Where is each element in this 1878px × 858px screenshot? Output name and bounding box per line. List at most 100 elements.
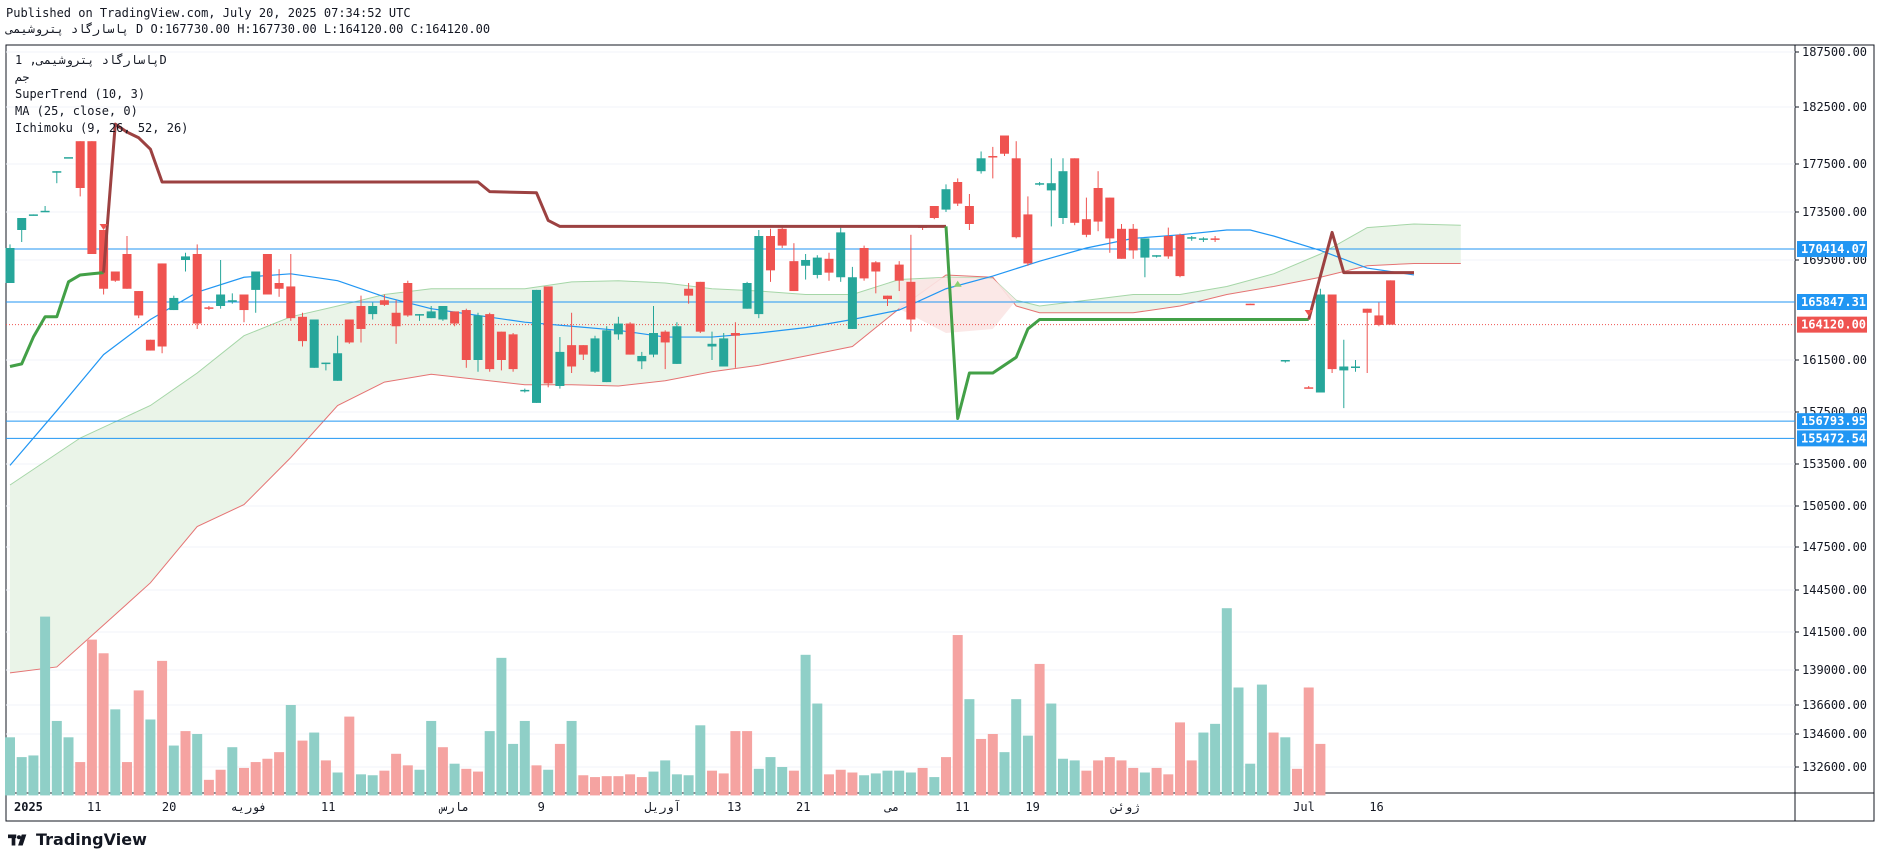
price-axis[interactable]: 187500.00182500.00177500.00173500.001695… [1795,45,1867,774]
candle-body [532,289,541,403]
volume-bar [402,765,413,796]
price-label-4: 155472.54 [1801,431,1866,445]
candle-body [929,206,939,218]
volume-bar [870,773,881,796]
candle-body [1198,238,1208,240]
candle-body [286,286,296,319]
time-tick-label: می [884,800,899,814]
price-chart[interactable]: 187500.00182500.00177500.00173500.001695… [0,0,1878,858]
candle-body [602,330,612,383]
candle-body [52,171,62,173]
price-tick-label: 150500.00 [1802,499,1867,513]
volume-bar [1210,723,1221,796]
volume-bar [777,767,788,796]
candle-body [730,333,740,336]
volume-bar [227,747,238,796]
volume-bar [859,775,870,796]
price-tick-label: 187500.00 [1802,45,1867,59]
volume-bar [952,635,963,796]
volume-bar [1256,684,1267,796]
price-labels: 170414.07 165847.31 164120.00 156793.95 1554… [1797,241,1867,447]
candle-body [555,351,565,386]
volume-bar [215,769,226,796]
volume-bar [250,762,261,796]
supertrend-down-1 [102,122,946,273]
brand[interactable]: TradingView [8,830,147,849]
volume-bar [145,719,156,796]
price-tick-label: 136600.00 [1802,698,1867,712]
volume-bar [356,774,366,796]
candle-body [613,323,623,335]
volume-bar [1093,760,1104,796]
volume-bar [51,720,62,796]
candle-body [1000,135,1009,154]
candle-body [1046,183,1056,191]
candle-body [1152,255,1162,257]
time-tick-label: 20 [162,800,176,814]
indicator-legend: پاسارگاد پتروشیمی, 1D جم SuperTrend (10,… [15,52,188,137]
candle-body [1105,197,1115,239]
volume-bar [964,699,975,796]
candle-body [883,295,892,300]
volume-bar [941,757,951,796]
volume-bar [1046,703,1057,796]
time-tick-label: 11 [955,800,969,814]
volume-bar [824,774,834,796]
candle-body [719,338,729,367]
candle-body [637,355,647,362]
time-axis[interactable]: 2025 11 20 فوریه 11 مارس 9 آوریل 13 21 می 11 19 ژوئن J… [14,799,1384,815]
candle-body [777,228,787,246]
volume-bar [882,770,893,796]
price-tick-label: 177500.00 [1802,157,1867,171]
volume-bar [28,755,39,796]
volume-bar [543,769,554,796]
candle-body [1315,294,1325,393]
legend-ma[interactable]: MA (25, close, 0) [15,103,188,120]
candle-body [567,345,577,367]
volume-bar [835,769,846,796]
volume-bar [800,654,811,796]
supertrend-up-1 [9,271,104,368]
candle-body [344,319,354,343]
volume-bar [157,660,168,796]
candle-body [17,218,27,230]
volume-bar [1151,767,1162,796]
volume-bar [40,616,51,796]
candle-body [1210,238,1220,240]
legend-ichimoku[interactable]: Ichimoku (9, 26, 52, 26) [15,120,188,137]
volume-bar [332,772,343,796]
volume-bar [742,731,753,796]
volume-bar [1116,760,1127,796]
volume-bar [122,762,132,796]
volume-bar [379,770,390,796]
volume-bar [320,760,331,796]
volume-bar [168,745,179,796]
candle-body [1070,158,1080,223]
candle-body [1339,366,1349,371]
candle-body [1117,228,1126,259]
price-tick-label: 139000.00 [1802,663,1867,677]
candle-body [40,210,50,213]
volume-bar [554,743,565,796]
volume-bar [285,705,296,796]
price-tick-label: 147500.00 [1802,540,1867,554]
volume-bar [1163,774,1174,796]
candle-body [1327,294,1337,370]
candle-body [134,291,144,316]
candle-body [403,283,413,316]
volume-bar [239,767,249,796]
candle-body [157,263,167,347]
candle-body [391,312,401,327]
volume-bar [86,639,97,796]
candle-body [1023,214,1033,264]
candle-body [1175,234,1185,277]
price-tick-label: 161500.00 [1802,353,1867,367]
time-tick-label: 16 [1369,800,1383,814]
candle-body [672,326,682,364]
volume-bar [788,770,799,796]
candle-body [836,232,846,278]
volume-bar [1104,757,1115,796]
volume-bar [1139,772,1150,796]
volume-bar [508,743,519,796]
legend-supertrend[interactable]: SuperTrend (10, 3) [15,86,188,103]
